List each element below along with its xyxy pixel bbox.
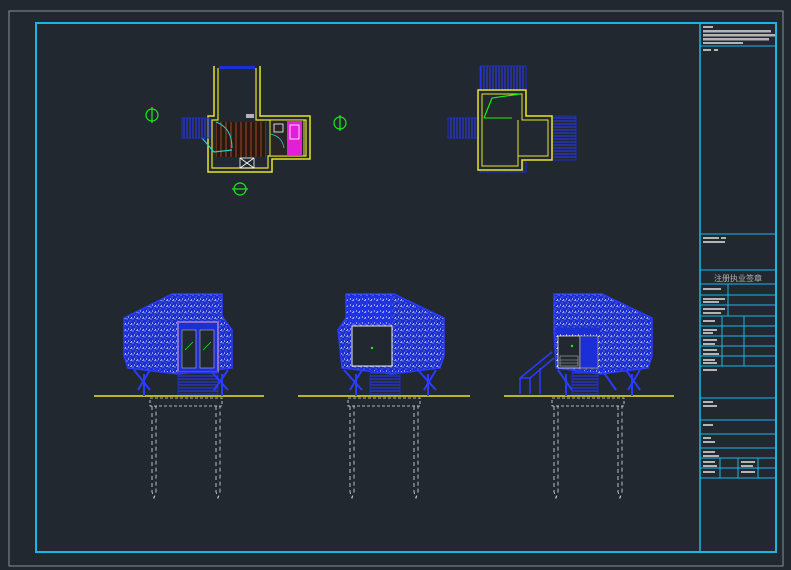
stamp-label: 注册执业签章 bbox=[714, 273, 762, 283]
cad-drawing-sheet: 注册执业签章 bbox=[0, 0, 791, 570]
sheet-background bbox=[0, 0, 791, 570]
